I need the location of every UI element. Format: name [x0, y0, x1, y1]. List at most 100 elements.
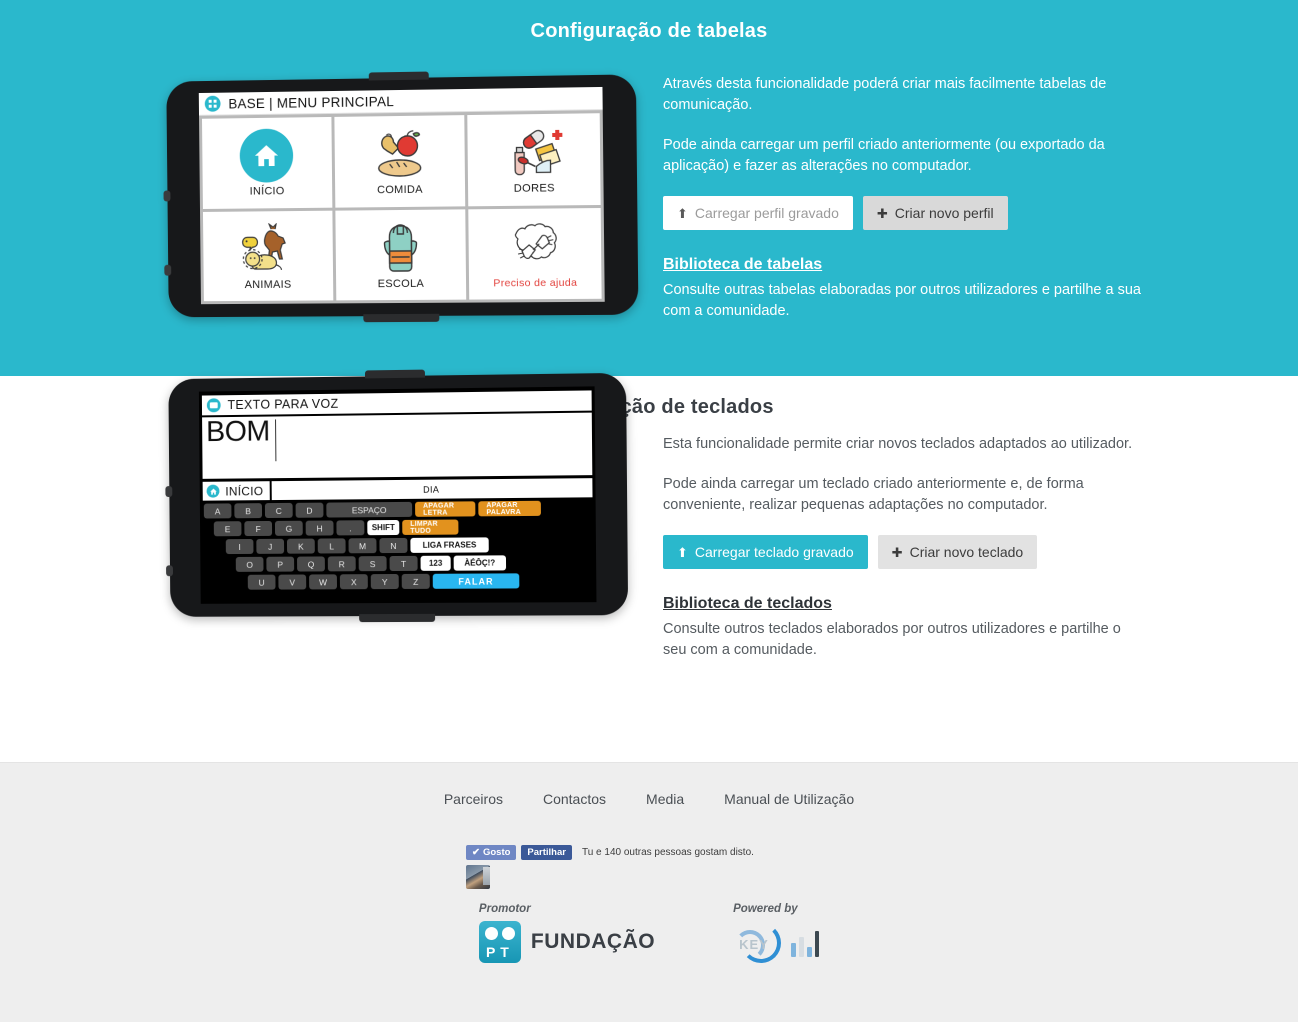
- smartkey-wordmark: KEY: [739, 937, 769, 952]
- key-limpar-tudo[interactable]: LIMPAR TUDO: [402, 519, 459, 535]
- board-tile-dores[interactable]: DORES: [467, 113, 601, 206]
- load-keyboard-button[interactable]: ⬆ Carregar teclado gravado: [663, 535, 868, 570]
- key-h[interactable]: H: [305, 520, 334, 536]
- key-123[interactable]: 123: [420, 555, 451, 571]
- text-caret: [274, 419, 276, 462]
- key-z[interactable]: Z: [401, 573, 430, 589]
- key-c[interactable]: C: [264, 502, 293, 519]
- key-shift[interactable]: SHIFT: [367, 519, 400, 536]
- keyboard-row: A B C D ESPAÇO APAGAR LETRA APAGAR PALAV…: [203, 500, 592, 519]
- key-y[interactable]: Y: [370, 573, 399, 590]
- phone-side-button: [165, 486, 173, 498]
- key-m[interactable]: M: [348, 538, 377, 554]
- footer-navigation: Parceiros Contactos Media Manual de Util…: [0, 763, 1298, 807]
- speech-bubble-icon: [206, 398, 221, 413]
- key-f[interactable]: F: [244, 520, 273, 537]
- tile-label: ANIMAIS: [244, 278, 292, 291]
- key-l[interactable]: L: [317, 538, 346, 554]
- key-liga-frases[interactable]: LIGA FRASES: [410, 537, 489, 553]
- board-tile-preciso-de-ajuda[interactable]: Preciso de ajuda: [468, 207, 602, 300]
- board-tile-comida[interactable]: COMIDA: [334, 115, 466, 208]
- keyboards-paragraph-1: Esta funcionalidade permite criar novos …: [663, 436, 1133, 452]
- key-a[interactable]: A: [203, 503, 232, 519]
- plus-icon: ✚: [876, 205, 888, 221]
- key-s[interactable]: S: [358, 556, 387, 572]
- animals-icon: [236, 221, 300, 277]
- footer-link-parceiros[interactable]: Parceiros: [444, 791, 503, 807]
- page-footer: Parceiros Contactos Media Manual de Util…: [0, 762, 1298, 1022]
- key-w[interactable]: W: [309, 574, 338, 590]
- create-profile-label: Criar novo perfil: [894, 205, 994, 222]
- keyboard-home-button[interactable]: INÍCIO: [202, 481, 271, 501]
- phone-home-bar: [363, 313, 440, 323]
- phone-screen-tables: BASE | MENU PRINCIPAL INÍCIO COMIDA DORE…: [198, 86, 605, 305]
- key-apagar-letra[interactable]: APAGAR LETRA: [415, 501, 476, 517]
- key-j[interactable]: J: [256, 538, 285, 554]
- key-i[interactable]: I: [225, 538, 254, 555]
- tile-label: Preciso de ajuda: [493, 276, 578, 290]
- key-o[interactable]: O: [235, 556, 264, 572]
- keyboard-home-label: INÍCIO: [225, 483, 264, 498]
- keyboards-library-description: Consulte outros teclados elaborados por …: [663, 621, 1121, 659]
- load-profile-button[interactable]: ⬆ Carregar perfil gravado: [663, 196, 853, 231]
- facebook-like-button[interactable]: ✔ Gosto: [466, 845, 517, 860]
- tables-button-row: ⬆ Carregar perfil gravado ✚ Criar novo p…: [663, 196, 1143, 231]
- home-icon: [206, 484, 220, 498]
- keyboard-row: O P Q R S T 123 ÀÉÔÇ!?: [204, 555, 592, 572]
- key-b[interactable]: B: [234, 503, 263, 519]
- key-accents[interactable]: ÀÉÔÇ!?: [453, 555, 507, 571]
- create-profile-button[interactable]: ✚ Criar novo perfil: [862, 196, 1008, 231]
- pt-fundacao-logo[interactable]: PT FUNDAÇÃO: [478, 921, 655, 963]
- key-v[interactable]: V: [278, 574, 307, 590]
- key-falar[interactable]: FALAR: [432, 573, 520, 589]
- smartkey-logo[interactable]: KEY: [733, 921, 820, 967]
- facebook-share-button[interactable]: Partilhar: [521, 845, 572, 860]
- keyboards-copy-column: Esta funcionalidade permite criar novos …: [663, 434, 1143, 680]
- create-keyboard-button[interactable]: ✚ Criar novo teclado: [877, 535, 1038, 570]
- facebook-friend-avatar: [466, 865, 490, 889]
- keyboard-header-title: TEXTO PARA VOZ: [227, 396, 339, 413]
- word-suggestion[interactable]: DIA: [272, 478, 593, 501]
- footer-link-media[interactable]: Media: [646, 791, 684, 807]
- key-u[interactable]: U: [247, 574, 276, 590]
- tables-library-link[interactable]: Biblioteca de tabelas: [663, 256, 822, 274]
- key-t[interactable]: T: [389, 555, 418, 572]
- backpack-icon: [375, 220, 426, 276]
- key-r[interactable]: R: [327, 556, 356, 572]
- keyboards-library-link[interactable]: Biblioteca de teclados: [663, 595, 832, 613]
- board-tile-animais[interactable]: ANIMAIS: [202, 210, 333, 302]
- phone-mockup-tables: BASE | MENU PRINCIPAL INÍCIO COMIDA DORE…: [163, 71, 639, 323]
- food-icon: [369, 126, 430, 183]
- key-k[interactable]: K: [286, 538, 315, 554]
- text-to-speech-field[interactable]: BOM: [202, 412, 593, 479]
- phone-mockup-keyboard: TEXTO PARA VOZ BOM INÍCIO DIA A B C D ES…: [165, 369, 629, 623]
- grid-icon: [204, 95, 221, 112]
- key-apagar-palavra[interactable]: APAGAR PALAVRA: [478, 500, 541, 517]
- tables-paragraph-1: Através desta funcionalidade poderá cria…: [663, 76, 1107, 114]
- key-d[interactable]: D: [295, 502, 324, 518]
- footer-link-manual[interactable]: Manual de Utilização: [724, 791, 854, 807]
- board-tile-escola[interactable]: ESCOLA: [335, 208, 467, 301]
- keyboard-suggestion-bar: INÍCIO DIA: [202, 478, 593, 501]
- create-keyboard-label: Criar novo teclado: [909, 544, 1024, 561]
- keyboards-library-block: Biblioteca de teclados Consulte outros t…: [663, 595, 1143, 661]
- key-x[interactable]: X: [339, 574, 368, 590]
- typed-text: BOM: [205, 415, 270, 449]
- home-icon: [239, 128, 294, 184]
- key-p[interactable]: P: [266, 556, 295, 572]
- key-e[interactable]: E: [213, 521, 242, 537]
- board-tile-inicio[interactable]: INÍCIO: [201, 116, 333, 209]
- key-espaco[interactable]: ESPAÇO: [326, 501, 413, 518]
- key-n[interactable]: N: [379, 537, 408, 554]
- check-icon: ✔: [472, 847, 480, 858]
- phone-screen-keyboard: TEXTO PARA VOZ BOM INÍCIO DIA A B C D ES…: [198, 386, 597, 604]
- key-period[interactable]: .: [336, 520, 365, 536]
- key-q[interactable]: Q: [297, 556, 325, 572]
- smart-key-icon: KEY: [733, 921, 785, 967]
- footer-link-contactos[interactable]: Contactos: [543, 791, 606, 807]
- load-keyboard-label: Carregar teclado gravado: [694, 544, 854, 561]
- facebook-buttons-row: ✔ Gosto Partilhar Tu e 140 outras pessoa…: [466, 845, 886, 860]
- section-tables: Configuração de tabelas BASE | MENU PRIN…: [0, 0, 1298, 376]
- key-g[interactable]: G: [274, 520, 303, 536]
- tables-copy-column: Através desta funcionalidade poderá cria…: [663, 74, 1143, 341]
